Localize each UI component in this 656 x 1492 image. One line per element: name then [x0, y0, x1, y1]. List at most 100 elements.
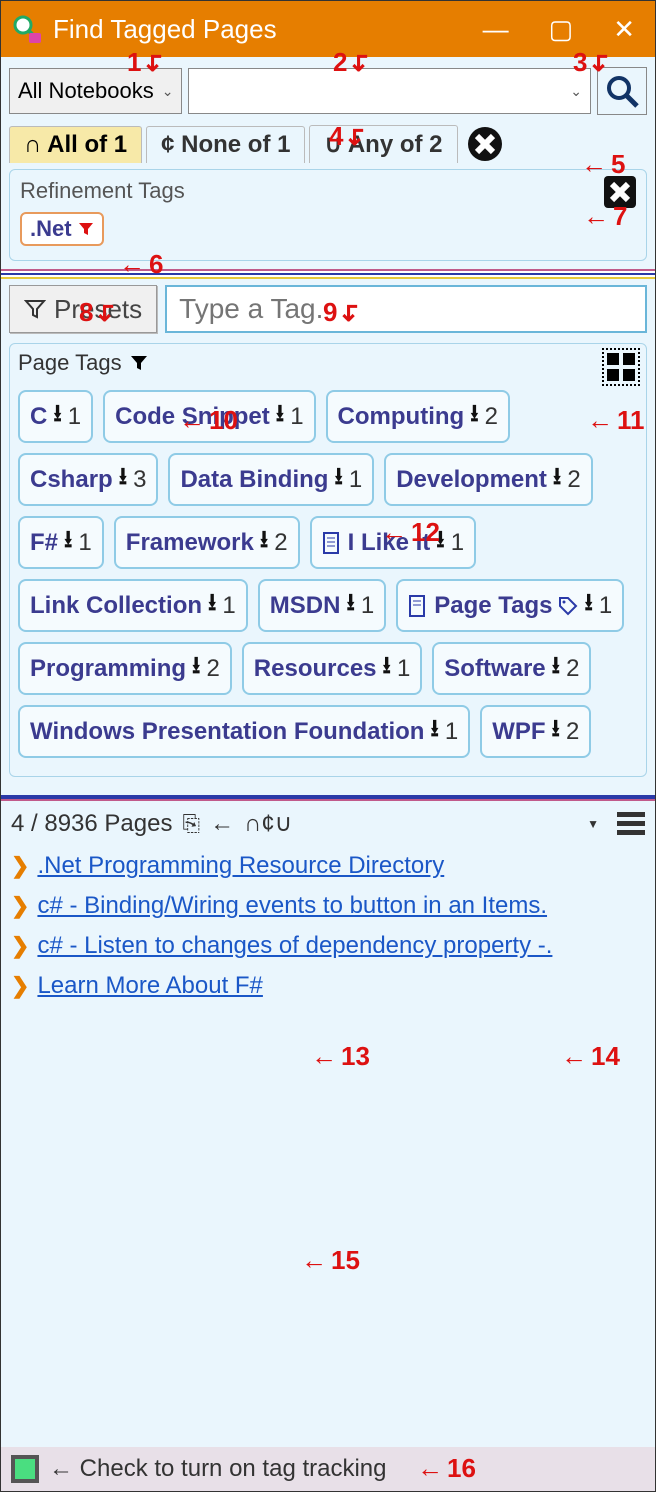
refinement-legend: Refinement Tags	[20, 178, 636, 204]
preset-row: Presets	[1, 285, 655, 333]
title-bar: Find Tagged Pages — ▢ ✕	[1, 1, 655, 57]
maximize-button[interactable]: ▢	[549, 14, 574, 45]
tag-chip[interactable]: F#⭳1	[18, 516, 104, 569]
set-ops-label: ∩¢∪	[244, 809, 292, 838]
back-arrow-icon[interactable]: ←	[210, 810, 234, 838]
hamburger-menu-button[interactable]	[617, 812, 645, 835]
annotation-15: 15	[301, 1245, 360, 1276]
clear-refinement-button[interactable]	[602, 174, 638, 210]
tag-label: Link Collection	[30, 592, 202, 620]
tag-count: 2	[206, 655, 219, 683]
download-icon: ⭳	[64, 522, 72, 563]
results-divider	[1, 795, 655, 799]
tag-count: 1	[361, 592, 374, 620]
tag-chip[interactable]: Data Binding⭳1	[168, 453, 374, 506]
tag-count: 1	[290, 403, 303, 431]
refinement-tag-label: .Net	[30, 216, 72, 242]
tag-label: Software	[444, 655, 545, 683]
tag-input[interactable]	[165, 285, 647, 333]
tag-chip[interactable]: Computing⭳2	[326, 390, 510, 443]
tag-chip[interactable]: Code Snippet⭳1	[103, 390, 315, 443]
download-icon: ⭳	[552, 648, 560, 689]
tag-count: 2	[567, 466, 580, 494]
bullet-icon: ❯	[11, 973, 29, 999]
search-button[interactable]	[597, 67, 647, 115]
download-icon: ⭳	[383, 648, 391, 689]
tag-count: 2	[274, 529, 287, 557]
tag-chip[interactable]: C⭳1	[18, 390, 93, 443]
close-button[interactable]: ✕	[613, 14, 635, 45]
download-icon: ⭳	[552, 711, 560, 752]
chevron-down-icon: ⌄	[162, 83, 174, 100]
tag-count: 1	[599, 592, 612, 620]
tab-none[interactable]: ¢ None of 1	[146, 126, 305, 163]
clear-all-filters-button[interactable]	[466, 125, 504, 163]
scope-selector[interactable]: All Notebooks ⌄	[9, 68, 182, 114]
tag-count: 1	[445, 718, 458, 746]
tag-list: C⭳1Code Snippet⭳1Computing⭳2Csharp⭳3Data…	[18, 390, 638, 758]
tag-label: MSDN	[270, 592, 341, 620]
bullet-icon: ❯	[11, 853, 29, 879]
presets-button[interactable]: Presets	[9, 285, 157, 333]
refinement-tag[interactable]: .Net	[20, 212, 104, 246]
bullet-icon: ❯	[11, 893, 29, 919]
note-icon	[408, 595, 428, 617]
app-icon	[9, 11, 45, 47]
tag-count: 3	[133, 466, 146, 494]
tag-label: Framework	[126, 529, 254, 557]
result-item: ❯ c# - Binding/Wiring events to button in…	[11, 886, 645, 926]
tag-count: 1	[78, 529, 91, 557]
result-item: ❯ Learn More About F#	[11, 966, 645, 1006]
result-link[interactable]: c# - Binding/Wiring events to button in …	[37, 892, 547, 920]
tag-count: 2	[566, 718, 579, 746]
search-icon	[605, 74, 639, 108]
tag-count: 1	[68, 403, 81, 431]
page-tags-legend: Page Tags	[18, 350, 638, 376]
minimize-button[interactable]: —	[483, 14, 509, 45]
tab-all-label: ∩ All of 1	[24, 131, 127, 158]
tag-label: Data Binding	[180, 466, 328, 494]
grid-view-button[interactable]	[602, 348, 640, 386]
tab-any-label: ∪ Any of 2	[324, 131, 442, 158]
filter-icon	[78, 221, 94, 237]
tag-chip[interactable]: Framework⭳2	[114, 516, 300, 569]
tab-all[interactable]: ∩ All of 1	[9, 126, 142, 163]
tag-label: WPF	[492, 718, 545, 746]
tag-count: 1	[222, 592, 235, 620]
tag-chip[interactable]: I Like It⭳1	[310, 516, 476, 569]
tag-chip[interactable]: Page Tags⭳1	[396, 579, 624, 632]
tag-chip[interactable]: Software⭳2	[432, 642, 591, 695]
tag-label: Computing	[338, 403, 465, 431]
tab-any[interactable]: ∪ Any of 2	[309, 125, 457, 163]
download-icon: ⭳	[276, 396, 284, 437]
tag-chip[interactable]: Development⭳2	[384, 453, 592, 506]
tag-count: 1	[451, 529, 464, 557]
download-icon: ⭳	[119, 459, 127, 500]
download-icon: ⭳	[470, 396, 478, 437]
tag-chip[interactable]: Resources⭳1	[242, 642, 423, 695]
page-tags-legend-text: Page Tags	[18, 350, 122, 376]
tag-tracking-checkbox[interactable]	[11, 1455, 39, 1483]
tag-chip[interactable]: Csharp⭳3	[18, 453, 158, 506]
tag-chip[interactable]: WPF⭳2	[480, 705, 591, 758]
download-icon: ⭳	[208, 585, 216, 626]
tag-chip[interactable]: MSDN⭳1	[258, 579, 386, 632]
tag-label: Page Tags	[434, 592, 552, 620]
dropdown-triangle-icon[interactable]: ▼	[587, 817, 599, 831]
tag-count: 1	[397, 655, 410, 683]
tag-chip[interactable]: Link Collection⭳1	[18, 579, 248, 632]
result-link[interactable]: c# - Listen to changes of dependency pro…	[37, 932, 552, 960]
tag-chip[interactable]: Windows Presentation Foundation⭳1	[18, 705, 470, 758]
note-icon	[322, 532, 342, 554]
window-controls: — ▢ ✕	[483, 14, 647, 45]
refinement-panel: Refinement Tags .Net	[9, 169, 647, 261]
download-icon: ⭳	[260, 522, 268, 563]
search-combo[interactable]: ⌄	[188, 68, 591, 114]
result-link[interactable]: .Net Programming Resource Directory	[37, 852, 444, 880]
search-toolbar: All Notebooks ⌄ ⌄	[1, 57, 655, 121]
funnel-icon	[24, 298, 46, 320]
tag-label: Csharp	[30, 466, 113, 494]
result-link[interactable]: Learn More About F#	[37, 972, 262, 1000]
copy-icon[interactable]: ⎘	[182, 811, 200, 837]
tag-chip[interactable]: Programming⭳2	[18, 642, 232, 695]
